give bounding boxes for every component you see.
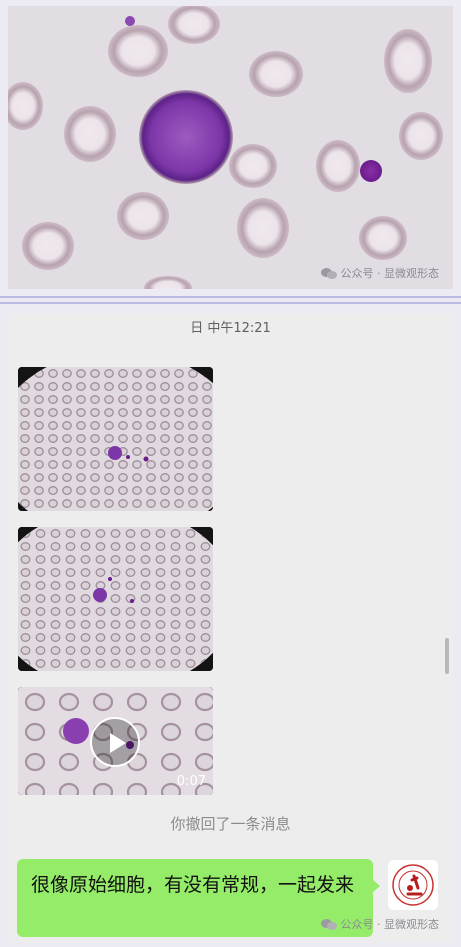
video-message[interactable]: 0:07 [18,687,213,795]
watermark-bottom: 公众号 · 显微观形态 [320,916,440,932]
play-icon[interactable] [90,717,140,767]
section-divider [0,296,461,298]
watermark-top: 公众号 · 显微观形态 [320,265,440,281]
top-micrograph-image: 公众号 · 显微观形态 [8,6,453,289]
wechat-logo-icon [320,918,337,930]
watermark-text: 公众号 · 显微观形态 [340,267,440,280]
microscope-logo-avatar [388,860,438,910]
message-timestamp: 日 中午12:21 [190,321,271,336]
user-avatar[interactable] [388,860,438,910]
blood-smear-photo [8,6,453,289]
page: 公众号 · 显微观形态 日 中午12:21 0:07 你撤回了一条消息 很像原始… [0,0,461,947]
chat-panel: 日 中午12:21 0:07 你撤回了一条消息 很像原始细胞，有没有常规，一起发… [8,313,453,943]
recall-notice: 你撤回了一条消息 [170,815,291,833]
microscope-field-image [18,527,213,671]
watermark-text: 公众号 · 显微观形态 [340,918,440,931]
image-message[interactable] [18,367,213,511]
microscope-field-image [18,367,213,511]
video-duration: 0:07 [176,774,206,789]
image-message[interactable] [18,527,213,671]
message-text: 很像原始细胞，有没有常规，一起发来 [31,874,355,896]
scrollbar[interactable] [445,638,449,674]
wechat-logo-icon [320,267,337,279]
section-divider [0,302,461,304]
